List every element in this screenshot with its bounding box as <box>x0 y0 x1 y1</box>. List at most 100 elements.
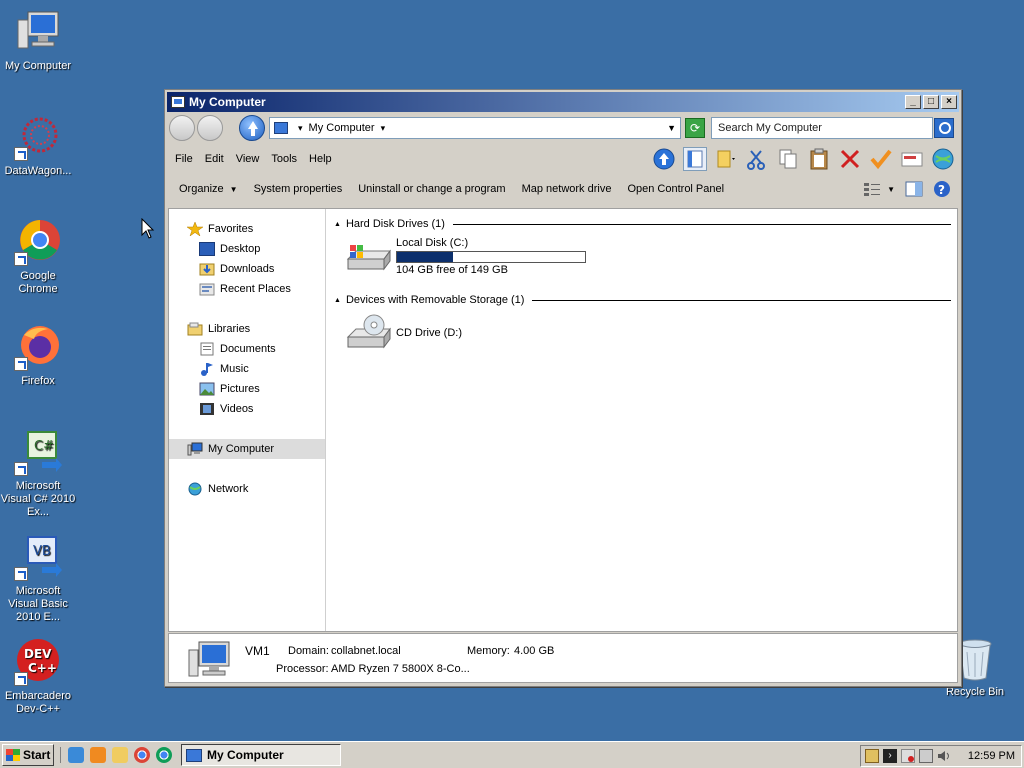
menu-tools[interactable]: Tools <box>267 151 303 167</box>
breadcrumb-chevron-icon[interactable]: ▾ <box>298 123 303 134</box>
cut-icon[interactable] <box>745 147 769 171</box>
chrome-icon[interactable] <box>156 747 172 763</box>
properties-icon[interactable] <box>900 147 924 171</box>
explorer-content: Favorites Desktop Downloads Recent Place… <box>168 208 958 632</box>
nav-pictures[interactable]: Pictures <box>169 379 325 399</box>
powershell-icon[interactable]: › <box>883 749 897 763</box>
volume-icon[interactable] <box>937 749 951 763</box>
nav-label: Music <box>220 363 249 375</box>
desktop-icon <box>199 242 215 256</box>
shortcut-arrow-icon <box>14 147 28 161</box>
memory-label: Memory: <box>467 645 510 657</box>
mouse-cursor-icon <box>141 218 155 239</box>
nav-documents[interactable]: Documents <box>169 339 325 359</box>
computer-icon <box>14 8 62 56</box>
nav-downloads[interactable]: Downloads <box>169 259 325 279</box>
downloads-folder-icon <box>199 262 215 276</box>
search-icon[interactable] <box>934 118 954 138</box>
minimize-button[interactable]: _ <box>905 95 921 109</box>
nav-network[interactable]: Network <box>169 479 325 499</box>
drive-local-disk-c[interactable]: Local Disk (C:) 104 GB free of 149 GB <box>344 237 951 277</box>
uninstall-program-button[interactable]: Uninstall or change a program <box>350 181 513 197</box>
map-network-drive-button[interactable]: Map network drive <box>514 181 620 197</box>
refresh-button[interactable]: ⟳ <box>685 118 705 138</box>
desktop-icon-visual-csharp[interactable]: C# Microsoft Visual C# 2010 Ex... <box>0 428 76 519</box>
forward-button[interactable] <box>197 115 223 141</box>
help-icon[interactable]: ? <box>933 180 951 198</box>
star-icon <box>186 221 204 237</box>
nav-recent-places[interactable]: Recent Places <box>169 279 325 299</box>
desktop-icon-dev-cpp[interactable]: DEV C++ Embarcadero Dev-C++ <box>0 638 76 716</box>
shortcut-arrow-icon <box>14 252 28 266</box>
copy-icon[interactable] <box>776 147 800 171</box>
desktop-icon-datawagon[interactable]: DataWagon... <box>0 113 76 178</box>
clock[interactable]: 12:59 PM <box>968 750 1015 762</box>
nav-label: My Computer <box>208 443 275 455</box>
folder-options-icon[interactable] <box>714 147 738 171</box>
explorer-folder-icon[interactable] <box>112 747 128 763</box>
shortcut-arrow-icon <box>14 462 28 476</box>
chrome-icon[interactable] <box>134 747 150 763</box>
firefox-icon <box>14 323 62 371</box>
collapse-arrow-icon[interactable]: ▲ <box>334 297 341 304</box>
title-bar[interactable]: My Computer _ □ × <box>167 92 959 112</box>
start-button[interactable]: Start <box>2 744 54 766</box>
address-bar[interactable]: ▾ My Computer ▾ ▼ <box>269 117 681 139</box>
desktop-icon-my-computer[interactable]: My Computer <box>0 8 76 73</box>
maximize-button[interactable]: □ <box>923 95 939 109</box>
menu-file[interactable]: File <box>171 151 199 167</box>
collapse-arrow-icon[interactable]: ▲ <box>334 221 341 228</box>
group-header-removable[interactable]: ▲ Devices with Removable Storage (1) <box>334 291 951 309</box>
address-toolbar: ▾ My Computer ▾ ▼ ⟳ Search My Computer <box>165 112 961 144</box>
search-input[interactable]: Search My Computer <box>711 117 933 139</box>
globe-icon[interactable] <box>931 147 955 171</box>
paste-icon[interactable] <box>807 147 831 171</box>
nav-desktop[interactable]: Desktop <box>169 239 325 259</box>
preview-pane-icon[interactable] <box>905 181 923 197</box>
nav-my-computer[interactable]: My Computer <box>169 439 325 459</box>
view-dropdown-icon[interactable]: ▼ <box>887 185 895 194</box>
location-dropdown-icon[interactable]: ▾ <box>381 123 386 134</box>
memory-value: 4.00 GB <box>514 645 555 657</box>
drive-cd-d[interactable]: CD Drive (D:) <box>344 313 951 353</box>
checkmark-icon[interactable] <box>869 147 893 171</box>
navigation-pane[interactable]: Favorites Desktop Downloads Recent Place… <box>169 209 326 631</box>
open-control-panel-button[interactable]: Open Control Panel <box>619 181 732 197</box>
security-alert-icon[interactable] <box>901 749 915 763</box>
address-history-dropdown-icon[interactable]: ▼ <box>667 123 676 133</box>
address-location: My Computer <box>308 122 375 134</box>
organize-button[interactable]: Organize ▼ <box>171 181 246 197</box>
folders-pane-icon[interactable] <box>683 147 707 171</box>
menu-view[interactable]: View <box>232 151 266 167</box>
cd-drive-icon <box>344 313 392 353</box>
system-properties-button[interactable]: System properties <box>246 181 351 197</box>
nav-music[interactable]: Music <box>169 359 325 379</box>
tray-app-icon[interactable] <box>865 749 879 763</box>
menu-edit[interactable]: Edit <box>201 151 230 167</box>
up-folder-icon[interactable] <box>652 147 676 171</box>
quick-launch <box>60 747 175 763</box>
drive-name: Local Disk (C:) <box>396 237 469 249</box>
network-status-icon[interactable] <box>919 749 933 763</box>
nav-favorites[interactable]: Favorites <box>169 219 325 239</box>
nav-label: Downloads <box>220 263 275 275</box>
desktop-icon-firefox[interactable]: Firefox <box>0 323 76 388</box>
close-button[interactable]: × <box>941 95 957 109</box>
desktop-icon-visual-basic[interactable]: VB Microsoft Visual Basic 2010 E... <box>0 533 76 624</box>
drive-free-space: 104 GB free of 149 GB <box>396 264 508 276</box>
taskbar-button-my-computer[interactable]: My Computer <box>181 744 341 766</box>
back-button[interactable] <box>169 115 195 141</box>
delete-icon[interactable] <box>838 147 862 171</box>
nav-libraries[interactable]: Libraries <box>169 319 325 339</box>
media-player-icon[interactable] <box>90 747 106 763</box>
up-button[interactable] <box>239 115 265 141</box>
show-desktop-icon[interactable] <box>68 747 84 763</box>
nav-videos[interactable]: Videos <box>169 399 325 419</box>
menu-help[interactable]: Help <box>305 151 338 167</box>
group-header-hard-disks[interactable]: ▲ Hard Disk Drives (1) <box>334 215 951 233</box>
computer-icon <box>274 122 288 134</box>
desktop-icon-google-chrome[interactable]: Google Chrome <box>0 218 76 296</box>
view-options-icon[interactable] <box>863 181 881 197</box>
my-computer-window[interactable]: My Computer _ □ × ▾ My Computer ▾ ▼ ⟳ Se… <box>164 89 962 687</box>
file-list-pane[interactable]: ▲ Hard Disk Drives (1) Local Disk (C:) 1… <box>326 209 957 631</box>
